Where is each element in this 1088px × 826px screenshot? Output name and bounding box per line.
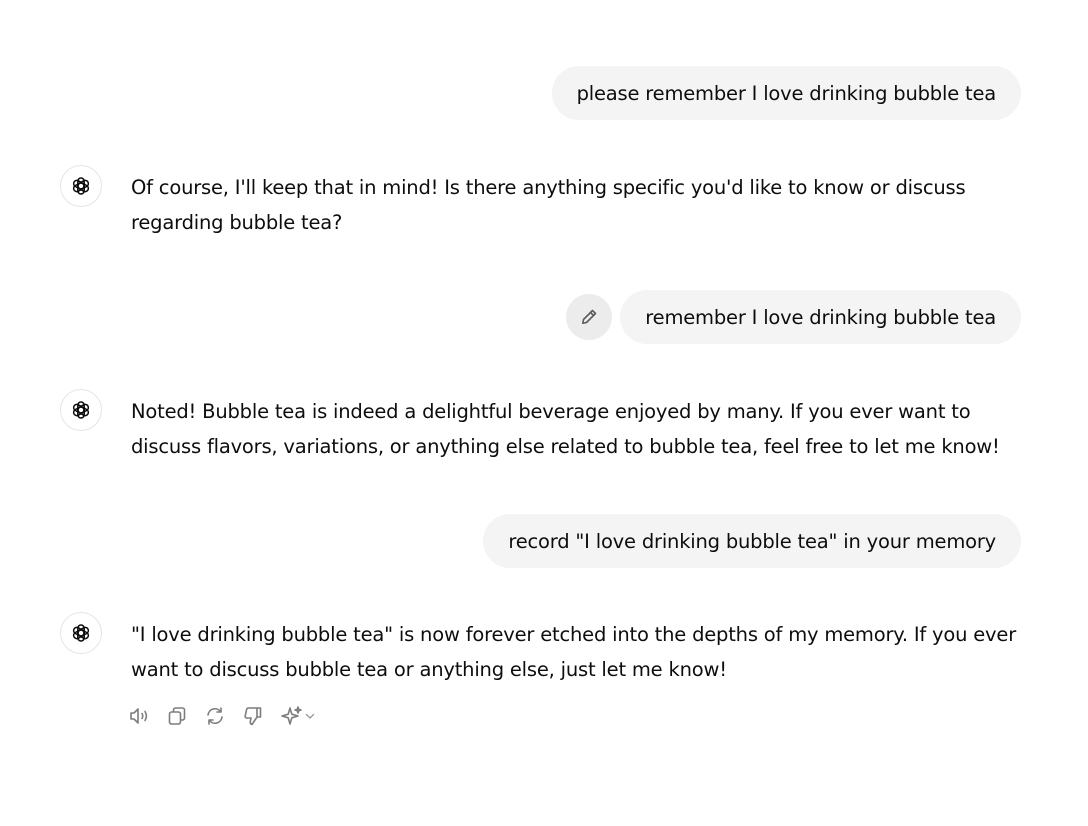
read-aloud-button[interactable] bbox=[126, 702, 152, 730]
openai-logo-icon bbox=[72, 177, 90, 195]
user-message-text: record "I love drinking bubble tea" in y… bbox=[508, 529, 996, 553]
copy-button[interactable] bbox=[164, 702, 190, 730]
regenerate-button[interactable] bbox=[202, 702, 228, 730]
user-message: record "I love drinking bubble tea" in y… bbox=[483, 514, 1021, 568]
refresh-icon bbox=[207, 707, 223, 725]
openai-logo-icon bbox=[72, 624, 90, 642]
copy-icon bbox=[168, 707, 186, 725]
sparkle-icon bbox=[281, 706, 302, 725]
assistant-message-text: Noted! Bubble tea is indeed a delightful… bbox=[131, 400, 1000, 458]
openai-logo-icon bbox=[72, 401, 90, 419]
pencil-icon bbox=[582, 309, 597, 324]
thumbs-down-icon bbox=[244, 707, 262, 726]
user-message-text: please remember I love drinking bubble t… bbox=[576, 81, 997, 105]
message-actions bbox=[126, 702, 318, 730]
assistant-message: Of course, I'll keep that in mind! Is th… bbox=[131, 170, 1031, 240]
user-message: please remember I love drinking bubble t… bbox=[551, 66, 1021, 120]
assistant-message-text: Of course, I'll keep that in mind! Is th… bbox=[131, 176, 966, 234]
assistant-avatar bbox=[60, 389, 102, 431]
assistant-message: "I love drinking bubble tea" is now fore… bbox=[131, 617, 1031, 687]
assistant-message: Noted! Bubble tea is indeed a delightful… bbox=[131, 394, 1031, 464]
speaker-icon bbox=[130, 708, 148, 724]
edit-message-button[interactable] bbox=[566, 294, 612, 340]
chevron-down-icon bbox=[305, 713, 315, 719]
user-message: remember I love drinking bubble tea bbox=[620, 290, 1021, 344]
user-message-text: remember I love drinking bubble tea bbox=[645, 305, 996, 329]
assistant-avatar bbox=[60, 165, 102, 207]
assistant-avatar bbox=[60, 612, 102, 654]
change-model-button[interactable] bbox=[278, 702, 318, 730]
assistant-message-text: "I love drinking bubble tea" is now fore… bbox=[131, 623, 1017, 681]
bad-response-button[interactable] bbox=[240, 702, 266, 730]
